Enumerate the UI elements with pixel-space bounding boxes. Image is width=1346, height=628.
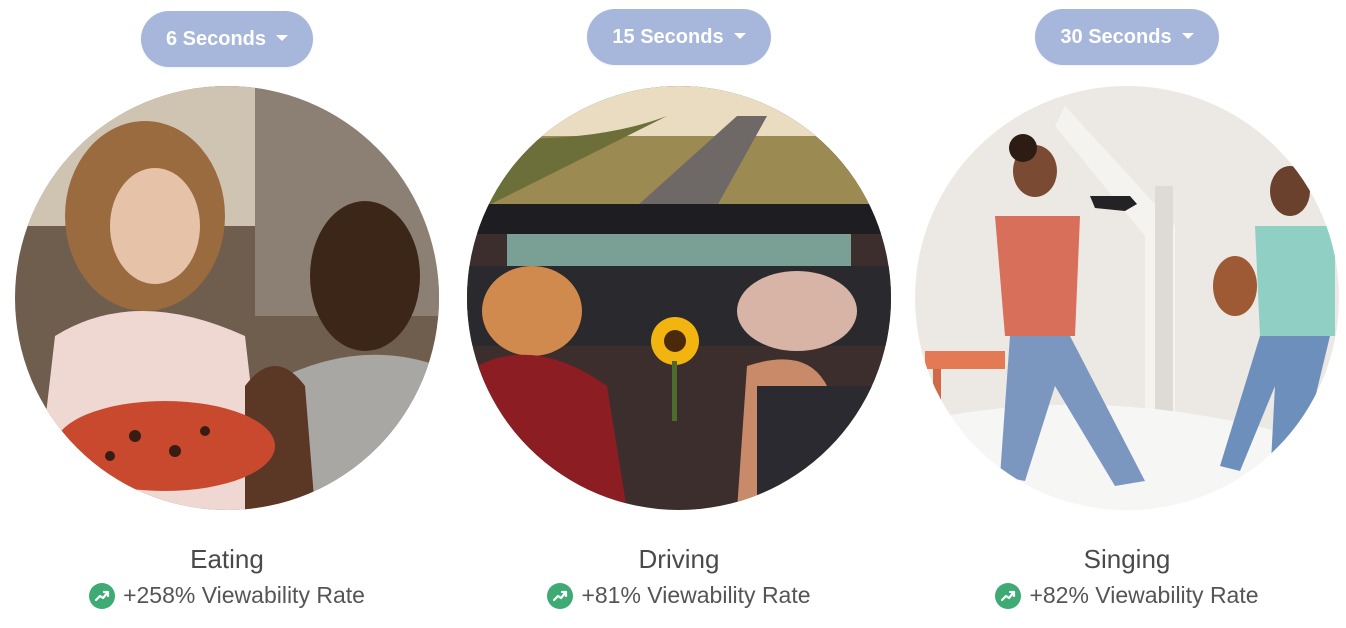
card-title: Driving [638,544,720,574]
caret-down-icon [733,33,746,39]
duration-label: 15 Seconds [612,25,724,48]
duration-dropdown[interactable]: 30 Seconds [1035,9,1219,65]
duration-dropdown[interactable]: 6 Seconds [141,11,313,67]
photo-singing [915,86,1339,510]
trending-up-icon [89,582,116,609]
card-eating: 6 Seconds Eating +258% Viewability Rate [7,0,447,628]
duration-label: 30 Seconds [1060,25,1172,48]
photo-eating [15,86,439,510]
photo-driving [467,86,891,510]
card-title: Eating [190,544,264,574]
caret-down-icon [276,35,289,41]
viewability-stat: +81% Viewability Rate [459,582,899,609]
viewability-text: +258% Viewability Rate [123,582,365,608]
duration-label: 6 Seconds [165,27,267,50]
caret-down-icon [1181,33,1194,39]
trending-up-icon [547,582,574,609]
viewability-stat: +258% Viewability Rate [7,582,447,609]
card-singing: 30 Seconds Singing +82% Viewability Rate [907,0,1346,628]
card-driving: 15 Seconds Driving +81% Viewability Rate [459,0,899,628]
viewability-text: +81% Viewability Rate [581,582,811,608]
viewability-stat: +82% Viewability Rate [907,582,1346,609]
duration-dropdown[interactable]: 15 Seconds [587,9,771,65]
card-title: Singing [1083,544,1171,574]
viewability-text: +82% Viewability Rate [1029,582,1259,608]
trending-up-icon [995,582,1022,609]
